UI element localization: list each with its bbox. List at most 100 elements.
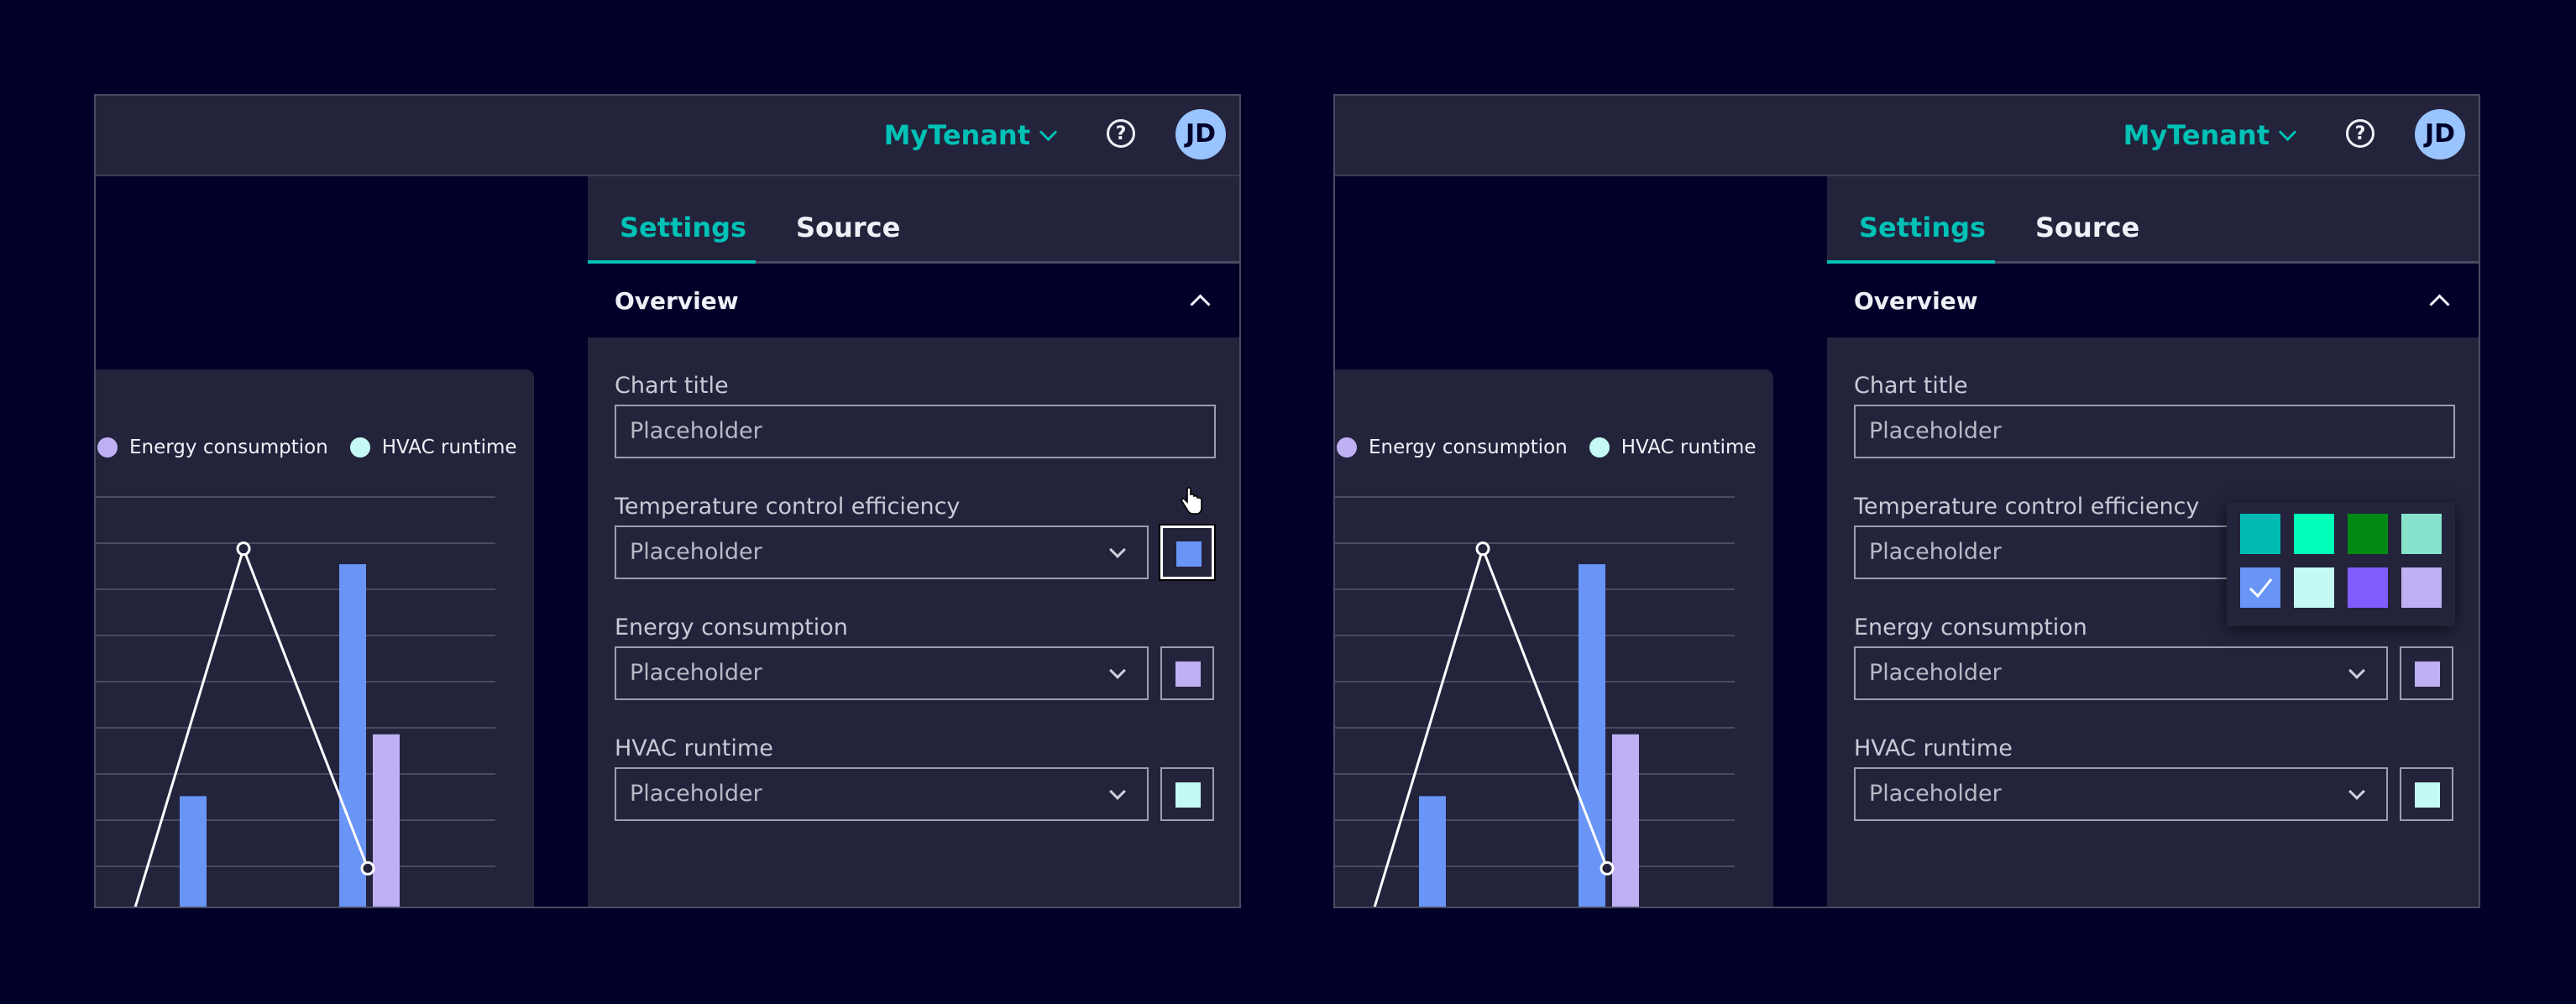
hvac-select[interactable]: Placeholder [1854, 767, 2388, 821]
chart-title-input[interactable] [1869, 418, 2425, 444]
help-icon[interactable]: ? [1107, 119, 1135, 148]
energy-color-button[interactable] [1160, 646, 1214, 700]
app-panel-palette-open: MyTenant ? JD Energy consumption HVAC ru… [1333, 94, 2480, 908]
energy-select[interactable]: Placeholder [1854, 646, 2388, 700]
top-bar: MyTenant ? JD [1335, 96, 2479, 176]
temperature-color-button[interactable] [1160, 526, 1214, 579]
select-value: Placeholder [1869, 539, 2002, 565]
chart-title-input[interactable] [630, 418, 1186, 444]
hvac-color-button[interactable] [2400, 767, 2453, 821]
temperature-label: Temperature control efficiency [1854, 494, 2200, 520]
legend-dot [97, 437, 118, 458]
legend-label: HVAC runtime [1620, 437, 1757, 458]
hvac-color-button[interactable] [1160, 767, 1214, 821]
chart-bar [1419, 796, 1446, 907]
top-bar: MyTenant ? JD [96, 96, 1239, 176]
chevron-down-icon [2348, 662, 2365, 679]
hvac-select[interactable]: Placeholder [615, 767, 1149, 821]
tenant-name: MyTenant [883, 119, 1030, 151]
palette-color-option[interactable] [2294, 567, 2334, 608]
select-value: Placeholder [1869, 781, 2002, 807]
avatar[interactable]: JD [1175, 109, 1226, 159]
select-value: Placeholder [630, 781, 762, 807]
help-icon[interactable]: ? [2346, 119, 2374, 148]
section-header-overview[interactable]: Overview [1827, 264, 2479, 337]
settings-sidebar: Settings Source Overview Chart title Tem… [588, 176, 1239, 907]
chevron-down-icon [1109, 783, 1126, 800]
chart-title-label: Chart title [1854, 373, 1968, 399]
legend-label: Energy consumption [1369, 437, 1568, 458]
color-swatch [1176, 541, 1202, 567]
chart-bar [180, 796, 207, 907]
section-title: Overview [615, 287, 739, 315]
energy-select[interactable]: Placeholder [615, 646, 1149, 700]
chart-bar [373, 734, 400, 907]
chart-bar [1612, 734, 1639, 907]
legend-dot [1589, 437, 1610, 458]
tab-source[interactable]: Source [796, 212, 900, 243]
energy-label: Energy consumption [1854, 614, 2087, 641]
select-value: Placeholder [630, 539, 762, 565]
color-swatch [1175, 661, 1201, 687]
palette-color-option[interactable] [2294, 514, 2334, 554]
settings-sidebar: Settings Source Overview Chart title Tem… [1827, 176, 2479, 907]
chevron-up-icon[interactable] [1190, 294, 1211, 315]
chart-plot [96, 496, 495, 907]
chevron-up-icon[interactable] [2429, 294, 2450, 315]
chevron-down-icon [1109, 662, 1126, 679]
legend-dot [349, 437, 370, 458]
palette-color-option[interactable] [2348, 567, 2388, 608]
chart-title-field[interactable] [615, 405, 1216, 458]
hand-cursor-icon [1181, 487, 1202, 515]
temperature-select[interactable]: Placeholder [615, 526, 1149, 579]
chevron-down-icon [1039, 123, 1058, 141]
legend-item-energy: Energy consumption [97, 437, 328, 458]
legend-label: Energy consumption [129, 437, 328, 458]
checkmark-icon [2249, 578, 2273, 599]
chart-legend: Energy consumption HVAC runtime [96, 437, 539, 458]
energy-label: Energy consumption [615, 614, 848, 641]
color-swatch [1175, 782, 1201, 808]
chevron-down-icon [1109, 541, 1126, 558]
chart-point [360, 860, 375, 876]
legend-item-energy: Energy consumption [1337, 437, 1568, 458]
legend-label: HVAC runtime [381, 437, 517, 458]
tab-settings[interactable]: Settings [620, 212, 746, 243]
chart-point [1600, 860, 1615, 876]
hvac-label: HVAC runtime [1854, 735, 2013, 761]
chart-plot [1335, 496, 1735, 907]
energy-color-button[interactable] [2400, 646, 2453, 700]
palette-color-option[interactable] [2240, 567, 2280, 608]
select-value: Placeholder [630, 660, 762, 686]
tab-settings[interactable]: Settings [1859, 212, 1986, 243]
color-palette-popover [2227, 502, 2455, 626]
palette-color-option[interactable] [2348, 514, 2388, 554]
tab-bar: Settings Source [588, 176, 1239, 264]
chevron-down-icon [2348, 783, 2365, 800]
chart-legend: Energy consumption HVAC runtime [1335, 437, 1778, 458]
tenant-switcher[interactable]: MyTenant [883, 119, 1058, 151]
chevron-down-icon [2278, 123, 2297, 141]
tab-bar: Settings Source [1827, 176, 2479, 264]
legend-item-hvac: HVAC runtime [1589, 437, 1757, 458]
section-title: Overview [1854, 287, 1978, 315]
tenant-name: MyTenant [2123, 119, 2270, 151]
section-header-overview[interactable]: Overview [588, 264, 1239, 337]
hvac-label: HVAC runtime [615, 735, 773, 761]
legend-dot [1337, 437, 1357, 458]
color-swatch [2415, 782, 2440, 808]
chart-title-field[interactable] [1854, 405, 2455, 458]
avatar[interactable]: JD [2415, 109, 2465, 159]
chart-point [236, 541, 251, 557]
palette-color-option[interactable] [2401, 567, 2442, 608]
app-panel-default: MyTenant ? JD Energy consumption HVAC ru… [94, 94, 1241, 908]
palette-color-option[interactable] [2401, 514, 2442, 554]
palette-color-option[interactable] [2240, 514, 2280, 554]
chart-title-label: Chart title [615, 373, 729, 399]
color-swatch [2415, 661, 2440, 687]
tenant-switcher[interactable]: MyTenant [2123, 119, 2297, 151]
tab-source[interactable]: Source [2035, 212, 2139, 243]
temperature-label: Temperature control efficiency [615, 494, 961, 520]
chart-point [1475, 541, 1490, 557]
legend-item-hvac: HVAC runtime [349, 437, 517, 458]
